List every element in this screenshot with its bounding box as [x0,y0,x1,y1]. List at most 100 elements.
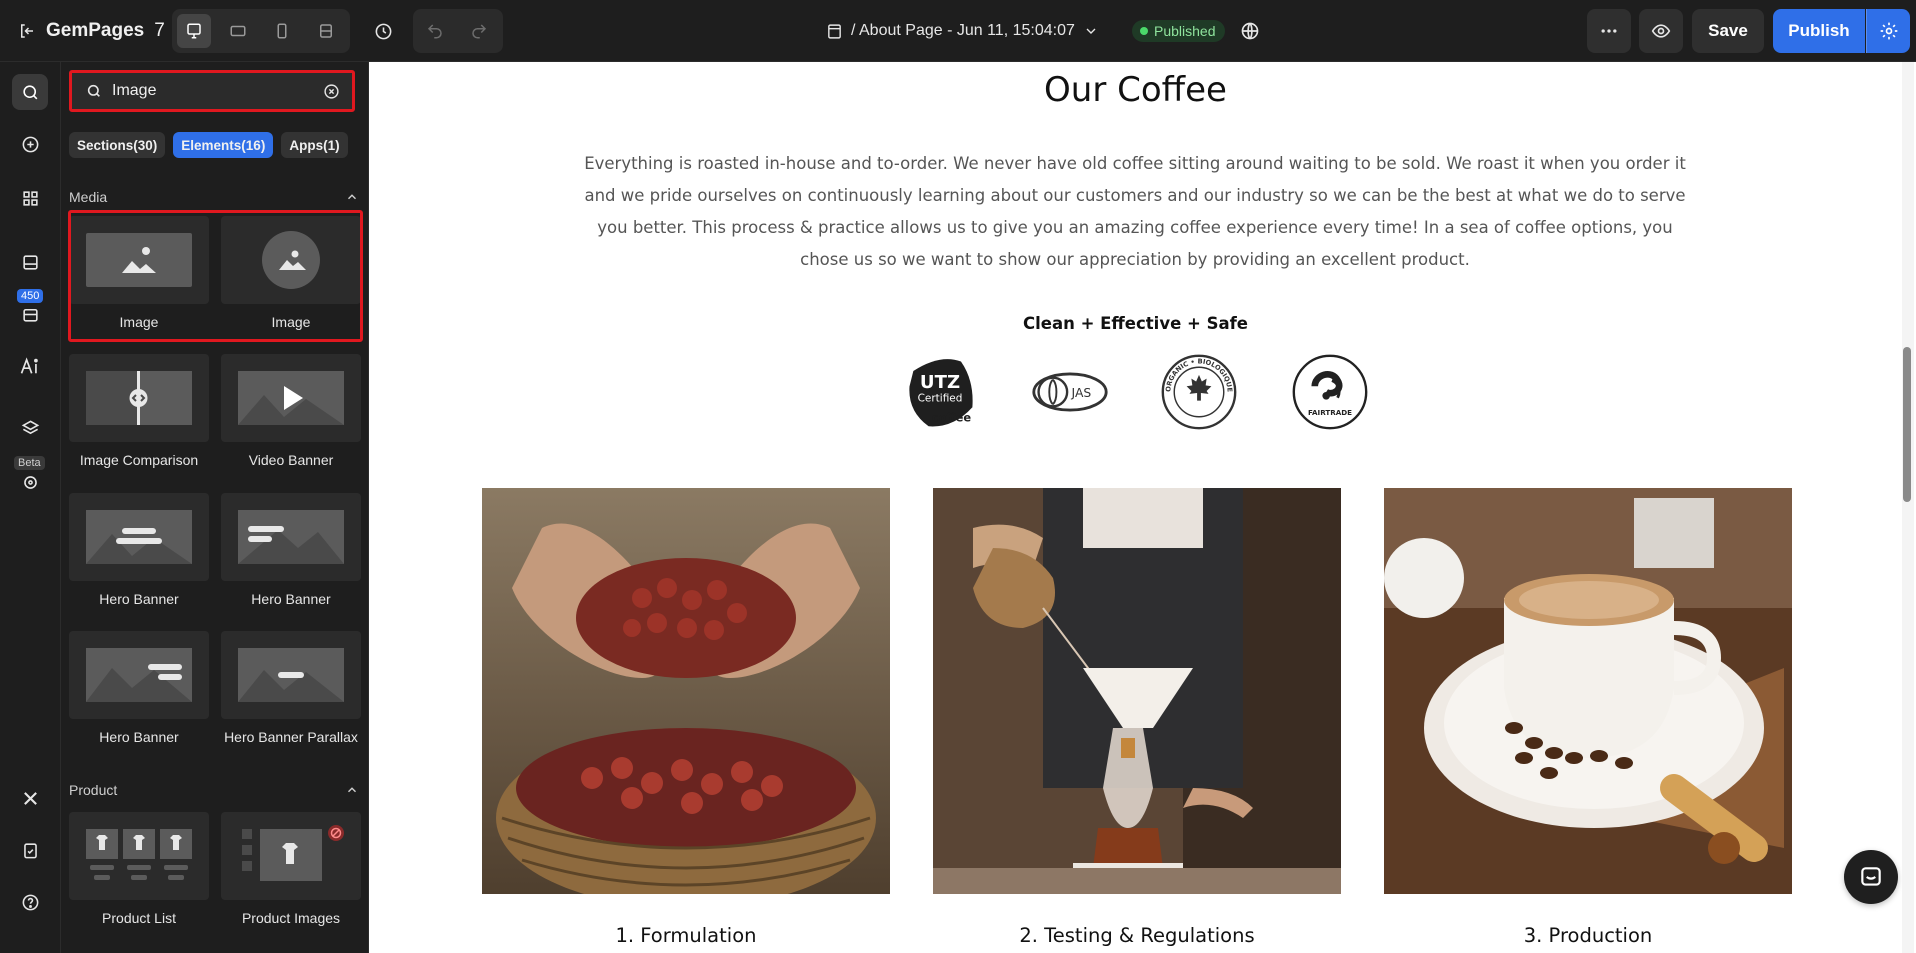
element-image-circle[interactable]: Image [221,216,361,342]
element-image-comparison[interactable]: Image Comparison [69,354,209,480]
hero-banner-right-icon [86,648,192,702]
element-hero-banner-right[interactable]: Hero Banner [69,631,209,757]
rail-x-button[interactable] [12,780,48,816]
undo-button[interactable] [418,14,452,48]
fairtrade-logo[interactable]: FAIRTRADE [1290,352,1370,432]
search-input[interactable] [112,82,312,100]
canada-organic-logo[interactable]: ORGANIC • BIOLOGIQUE • CANADA [1159,350,1239,432]
device-switcher [172,9,350,53]
section-paragraph[interactable]: Everything is roasted in-house and to-or… [579,148,1691,276]
rail-elements-button[interactable] [12,180,48,216]
desktop-icon [187,23,201,39]
more-options-button[interactable] [1587,9,1631,53]
utz-line2: Certified [918,393,963,405]
rail-pages-button[interactable] [12,244,48,280]
device-responsive-button[interactable] [309,14,343,48]
page-icon [828,23,841,39]
step-label-2[interactable]: 2. Testing & Regulations [933,924,1341,947]
language-button[interactable] [1233,14,1267,48]
hero-banner-parallax-icon [238,648,344,702]
element-video-banner[interactable]: Video Banner [221,354,361,480]
group-header-media[interactable]: Media [69,187,359,207]
utz-certified-logo[interactable]: UTZ Certified coffee [900,352,980,432]
rail-help-button[interactable] [12,884,48,920]
photo-pour-over[interactable] [933,488,1341,894]
rail-layers-button[interactable] [12,410,48,446]
element-label: Image [271,314,311,330]
redo-icon [472,24,487,39]
history-button[interactable] [366,14,400,48]
publish-settings-button[interactable] [1866,9,1910,53]
element-label: Hero Banner [99,591,179,607]
elements-panel: Sections(30) Elements(16) Apps(1) Media … [61,62,369,953]
element-hero-banner-parallax[interactable]: Hero Banner Parallax [221,631,361,757]
eye-icon [1651,24,1671,38]
element-search-box [69,70,355,112]
status-badge: Published [1132,20,1225,42]
help-icon [22,894,38,910]
element-label: Product Images [241,910,341,926]
exit-icon [21,24,33,38]
undo-icon [427,24,442,39]
tab-elements[interactable]: Elements(16) [173,132,274,158]
x-brand-icon [23,791,37,805]
element-product-list[interactable]: Product List [69,812,209,938]
element-hero-banner[interactable]: Hero Banner [69,493,209,619]
element-thumbnail [221,493,361,581]
photo-coffee-cherries[interactable] [482,488,890,894]
group-header-product[interactable]: Product [69,780,359,800]
element-product-images[interactable]: Product Images [221,812,361,938]
canvas-scrollbar[interactable] [1902,62,1914,953]
redo-button[interactable] [462,14,496,48]
element-hero-banner-left[interactable]: Hero Banner [221,493,361,619]
canvas-scroll-thumb[interactable] [1903,347,1911,502]
device-mobile-button[interactable] [265,14,299,48]
target-icon [23,475,37,489]
chevron-up-icon [348,194,356,200]
step-label-3[interactable]: 3. Production [1384,924,1792,947]
rail-checklist-button[interactable] [12,832,48,868]
ai-icon [20,356,38,374]
rail-ai-button[interactable] [12,348,48,384]
globe-icon [1241,22,1259,40]
status-text: Published [1154,23,1216,39]
device-desktop-button[interactable] [177,14,211,48]
tab-sections[interactable]: Sections(30) [69,132,166,158]
element-label: Video Banner [248,452,334,468]
product-images-icon [242,825,344,881]
tab-apps[interactable]: Apps(1) [281,132,348,158]
preview-button[interactable] [1639,9,1683,53]
element-thumbnail [69,812,209,900]
jas-logo[interactable]: JAS [1030,352,1110,432]
filter-tabs: Sections(30) Elements(16) Apps(1) [69,132,348,158]
publish-button[interactable]: Publish [1773,9,1865,53]
clear-search-button[interactable] [323,83,340,100]
back-to-dashboard[interactable]: GemPages 7 [18,17,165,45]
fairtrade-text: FAIRTRADE [1308,408,1352,417]
responsive-icon [320,24,332,38]
undo-redo-group [413,9,503,53]
video-banner-icon [238,371,344,425]
element-image[interactable]: Image [69,216,209,342]
page-selector[interactable]: / About Page - Jun 11, 15:04:07 [826,17,1099,45]
section-heading[interactable]: Our Coffee [369,70,1902,110]
utz-line1: UTZ [920,372,960,393]
image-placeholder-icon [86,233,192,287]
device-tablet-landscape-button[interactable] [221,14,255,48]
hero-banner-center-icon [86,510,192,564]
element-thumbnail [221,631,361,719]
rail-add-button[interactable] [12,126,48,162]
element-thumbnail [69,216,209,304]
chat-support-button[interactable] [1844,850,1898,904]
grid-icon [22,190,38,206]
certifications-title[interactable]: Clean + Effective + Safe [369,314,1902,333]
gear-icon [1880,22,1897,40]
editor-canvas[interactable]: Our Coffee Everything is roasted in-hous… [369,62,1916,953]
step-label-1[interactable]: 1. Formulation [482,924,890,947]
save-button[interactable]: Save [1692,9,1764,53]
photo-coffee-cup[interactable] [1384,488,1792,894]
close-circle-icon [324,84,339,99]
rail-library-button[interactable] [12,296,48,332]
rail-beta-feature-button[interactable] [12,464,48,500]
rail-search-button[interactable] [12,74,48,110]
